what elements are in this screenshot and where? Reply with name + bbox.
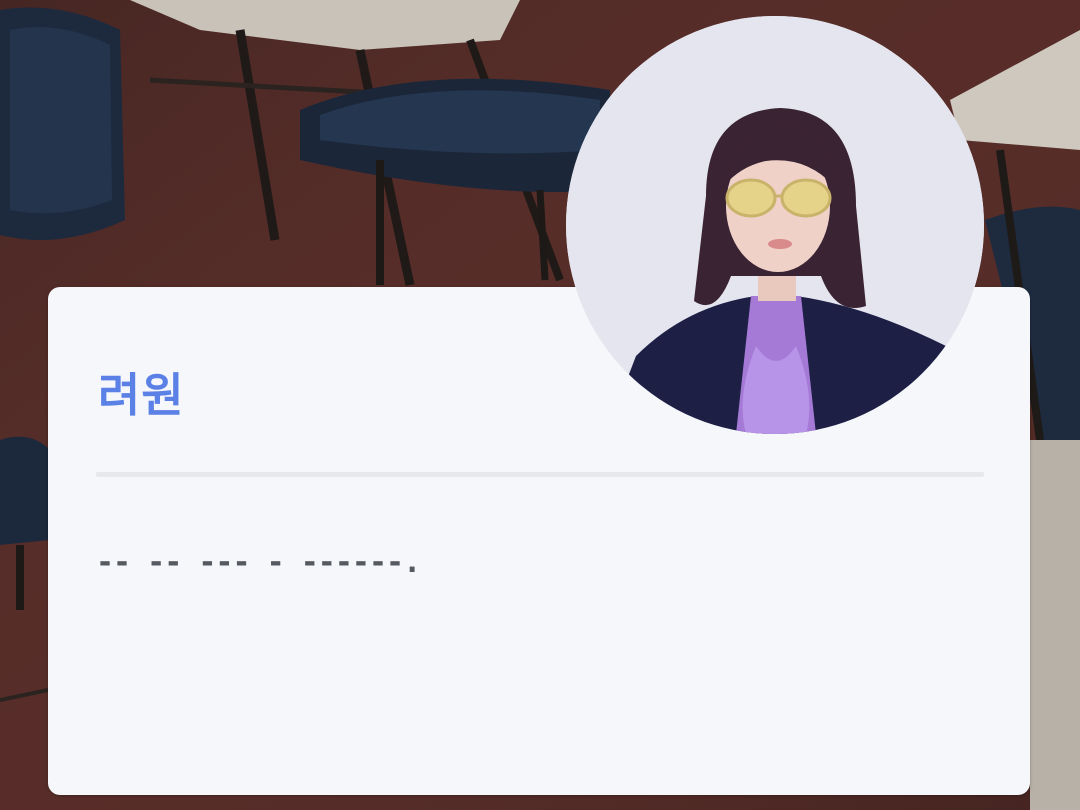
status-message: -- -- --- - ------.: [96, 545, 421, 580]
avatar[interactable]: [566, 16, 984, 434]
profile-photo-icon: [566, 16, 984, 434]
divider: [96, 472, 984, 477]
profile-name: 려원: [98, 368, 185, 422]
